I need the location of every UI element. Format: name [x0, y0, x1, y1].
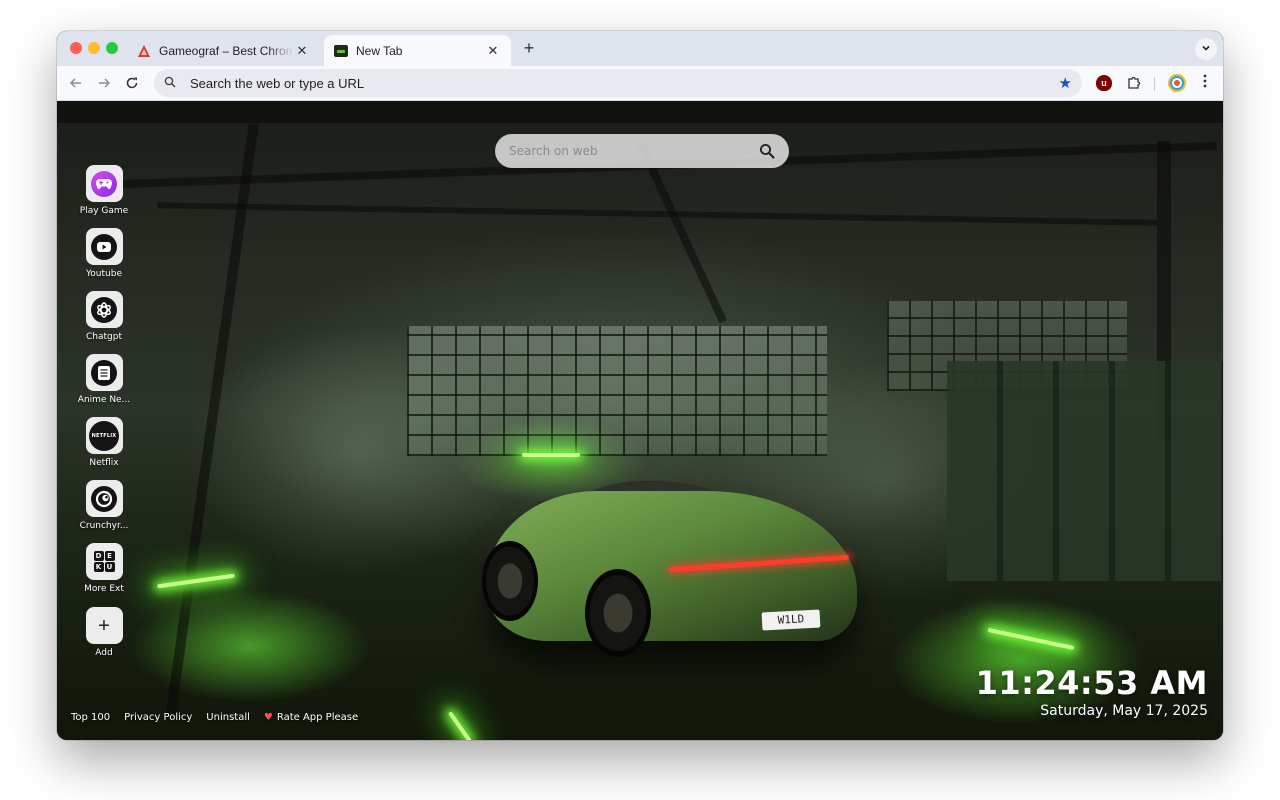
add-shortcut-button[interactable]: +: [85, 607, 123, 644]
new-tab-button[interactable]: +: [519, 39, 539, 59]
footer-links: Top 100 Privacy Policy Uninstall ♥ Rate A…: [71, 712, 358, 723]
anime-news-icon: [91, 359, 117, 386]
newtab-favicon-icon: [334, 44, 348, 57]
chatgpt-icon: [91, 296, 117, 323]
tab-strip: Gameograf – Best Chrome Li ✕ New Tab ✕ +: [57, 31, 1223, 66]
shortcut-chatgpt[interactable]: Chatgpt: [75, 291, 133, 342]
shortcut-netflix[interactable]: NETFLIX Netflix: [75, 417, 133, 468]
rate-app-label: Rate App Please: [276, 712, 359, 723]
shortcut-more-ext[interactable]: D E K U More Ext: [75, 543, 133, 594]
web-search-input[interactable]: [509, 144, 759, 158]
search-icon[interactable]: [759, 143, 775, 159]
shortcut-tile[interactable]: D E K U: [85, 543, 123, 580]
toolbar-separator: [1154, 77, 1155, 91]
tab-search-button[interactable]: [1195, 38, 1217, 60]
shortcut-label: Anime Ne...: [77, 395, 131, 405]
tab-gameograf[interactable]: Gameograf – Best Chrome Li ✕: [127, 35, 320, 66]
reload-icon: [126, 77, 138, 89]
close-window-button[interactable]: [70, 42, 82, 54]
clock-date: Saturday, May 17, 2025: [1040, 703, 1208, 719]
web-search-box[interactable]: [495, 134, 789, 168]
arrow-left-icon: [69, 78, 81, 88]
ublock-icon[interactable]: u: [1096, 75, 1112, 91]
shortcut-tile[interactable]: [85, 354, 123, 391]
tab-close-button[interactable]: ✕: [485, 43, 501, 59]
shortcut-label: Youtube: [86, 269, 122, 279]
clock-time: 11:24:53 AM: [975, 664, 1208, 702]
shortcut-anime-news[interactable]: Anime Ne...: [75, 354, 133, 405]
shortcut-tile[interactable]: [85, 228, 123, 265]
netflix-icon: NETFLIX: [89, 420, 119, 451]
search-icon: [164, 76, 178, 91]
shortcut-tile[interactable]: NETFLIX: [85, 417, 123, 454]
bookmark-star-icon[interactable]: ★: [1059, 74, 1072, 92]
puzzle-icon[interactable]: [1125, 75, 1141, 91]
toolbar: Search the web or type a URL ★ u: [57, 66, 1223, 101]
shortcut-youtube[interactable]: Youtube: [75, 228, 133, 279]
shortcut-tile[interactable]: [85, 165, 123, 202]
shortcut-label: More Ext: [84, 584, 124, 594]
tab-close-button[interactable]: ✕: [294, 43, 310, 59]
shortcut-label: Play Game: [79, 206, 129, 216]
shortcut-tile[interactable]: [85, 480, 123, 517]
youtube-icon: [91, 233, 117, 260]
rate-app-link[interactable]: ♥ Rate App Please: [264, 712, 358, 723]
deku-grid-icon: D E K U: [93, 551, 115, 572]
shortcut-label: Chatgpt: [86, 332, 122, 342]
shortcut-label: Add: [95, 648, 113, 658]
reload-button[interactable]: [122, 73, 142, 93]
minimize-window-button[interactable]: [88, 42, 100, 54]
tab-new-tab[interactable]: New Tab ✕: [324, 35, 511, 66]
back-button[interactable]: [66, 73, 86, 93]
uninstall-link[interactable]: Uninstall: [206, 712, 250, 723]
omnibox-placeholder: Search the web or type a URL: [190, 75, 365, 91]
clock-widget: 11:24:53 AM Saturday, May 17, 2025: [976, 665, 1208, 721]
kebab-menu-icon: [1203, 74, 1207, 88]
chevron-down-icon: [1202, 46, 1210, 51]
newtab-page: W1LD Play Game Youtu: [57, 101, 1223, 740]
top100-link[interactable]: Top 100: [71, 712, 110, 723]
gameograf-favicon-icon: [138, 44, 150, 57]
profile-avatar[interactable]: [1168, 74, 1186, 92]
shortcut-label: Crunchyr...: [79, 521, 129, 531]
netflix-logo-text: NETFLIX: [91, 432, 117, 439]
browser-window: Gameograf – Best Chrome Li ✕ New Tab ✕ +: [57, 31, 1223, 740]
tab-title: New Tab: [356, 43, 403, 58]
shortcut-crunchyroll[interactable]: Crunchyr...: [75, 480, 133, 531]
license-plate: W1LD: [761, 609, 821, 631]
gamepad-icon: [91, 170, 117, 197]
crunchyroll-icon: [91, 485, 117, 512]
maximize-window-button[interactable]: [106, 42, 118, 54]
arrow-right-icon: [99, 78, 111, 88]
omnibox[interactable]: Search the web or type a URL ★: [154, 69, 1082, 97]
forward-button[interactable]: [94, 73, 114, 93]
shortcut-play-game[interactable]: Play Game: [75, 165, 133, 216]
browser-menu-button[interactable]: [1197, 74, 1213, 92]
tab-title: Gameograf – Best Chrome Li: [159, 43, 294, 58]
privacy-policy-link[interactable]: Privacy Policy: [124, 712, 192, 723]
plus-icon: +: [98, 614, 110, 637]
shortcut-add[interactable]: + Add: [75, 607, 133, 658]
shortcut-tile[interactable]: [85, 291, 123, 328]
shortcut-label: Netflix: [89, 458, 119, 468]
heart-icon: ♥: [263, 712, 273, 723]
